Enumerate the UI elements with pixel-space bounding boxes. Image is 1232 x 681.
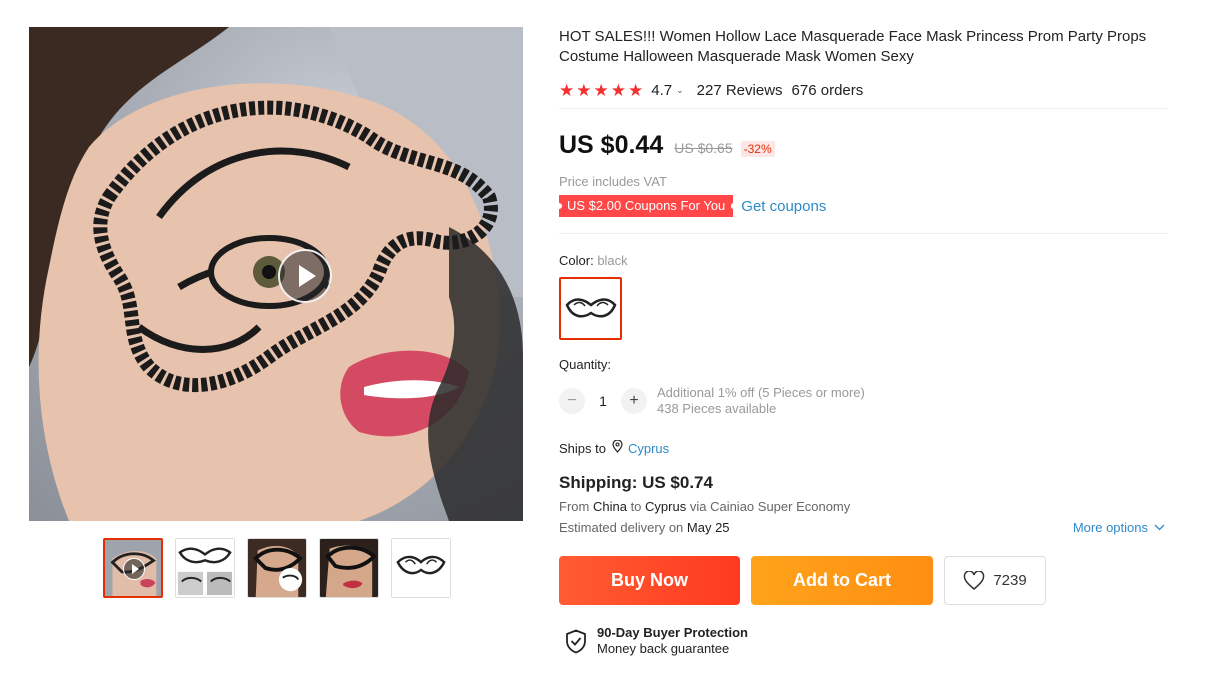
vat-note: Price includes VAT <box>559 174 667 189</box>
delivery-estimate: Estimated delivery on May 25 <box>559 520 730 535</box>
thumbnail-2[interactable] <box>175 538 235 598</box>
mask-swatch-image <box>565 297 616 318</box>
thumbnail-4[interactable] <box>319 538 379 598</box>
original-price: US $0.65 <box>674 140 733 156</box>
action-buttons: Buy Now Add to Cart 7239 <box>559 556 1167 605</box>
coupon-row: US $2.00 Coupons For You Get coupons <box>559 195 1167 217</box>
thumbnail-image <box>176 539 234 597</box>
color-section: Color: black <box>559 253 1167 340</box>
play-icon <box>123 558 145 580</box>
play-video-button[interactable] <box>278 249 332 303</box>
main-product-image[interactable] <box>29 27 523 521</box>
thumbnail-image <box>320 539 378 597</box>
thumbnail-image <box>248 539 306 597</box>
star-icon: ★ <box>559 80 575 100</box>
quantity-label: Quantity: <box>559 357 612 372</box>
star-rating: ★ ★ ★ ★ ★ <box>559 82 643 99</box>
thumbnail-image <box>392 539 450 597</box>
chevron-down-icon <box>1154 524 1165 531</box>
thumbnail-5[interactable] <box>391 538 451 598</box>
increase-quantity-button[interactable]: + <box>621 388 647 414</box>
to-word: to <box>630 499 642 514</box>
divider <box>559 108 1167 109</box>
ships-to-country[interactable]: Cyprus <box>628 441 669 456</box>
star-icon: ★ <box>593 80 609 100</box>
current-price: US $0.44 <box>559 131 664 159</box>
buy-now-button[interactable]: Buy Now <box>559 556 740 605</box>
ship-via: via Cainiao Super Economy <box>689 499 851 514</box>
bulk-discount-note: Additional 1% off (5 Pieces or more) <box>657 385 865 400</box>
decrease-quantity-button[interactable]: − <box>559 388 585 414</box>
delivery-row: Estimated delivery on May 25 More option… <box>559 520 1167 535</box>
ship-from: China <box>592 499 627 514</box>
protection-subtitle: Money back guarantee <box>597 641 730 656</box>
wishlist-count: 7239 <box>993 572 1027 589</box>
color-swatch-black[interactable] <box>559 277 622 340</box>
product-title: HOT SALES!!! Women Hollow Lace Masquerad… <box>559 28 1147 65</box>
heart-icon <box>964 570 985 590</box>
from-prefix: From <box>559 499 590 514</box>
divider <box>559 233 1167 234</box>
add-to-cart-button[interactable]: Add to Cart <box>751 556 933 605</box>
price-row: US $0.44 US $0.65 -32% <box>559 131 1167 160</box>
thumbnail-3[interactable] <box>247 538 307 598</box>
shipping-route: From China to Cyprus via Cainiao Super E… <box>559 499 1167 514</box>
thumbnail-strip <box>103 538 451 598</box>
coupon-badge[interactable]: US $2.00 Coupons For You <box>559 195 734 217</box>
delivery-date: May 25 <box>686 520 730 535</box>
selected-color: black <box>597 253 628 268</box>
color-label-text: Color: <box>559 253 594 268</box>
protection-text: 90-Day Buyer Protection Money back guara… <box>597 625 748 657</box>
protection-title: 90-Day Buyer Protection <box>597 625 748 640</box>
star-icon: ★ <box>628 80 644 100</box>
more-options-link[interactable]: More options <box>1073 520 1165 535</box>
thumbnail-video[interactable] <box>103 538 163 598</box>
reviews-link[interactable]: 227 Reviews <box>697 82 783 99</box>
rating-row: ★ ★ ★ ★ ★ 4.7 ⌄ 227 Reviews 676 orders <box>559 80 1167 100</box>
discount-badge: -32% <box>740 141 775 157</box>
ships-to-label: Ships to <box>559 440 606 456</box>
quantity-note: Additional 1% off (5 Pieces or more) 438… <box>657 385 865 417</box>
product-info: HOT SALES!!! Women Hollow Lace Masquerad… <box>559 27 1167 657</box>
color-label: Color: black <box>559 253 1167 268</box>
wishlist-button[interactable]: 7239 <box>944 556 1046 605</box>
stock-available: 438 Pieces available <box>657 401 777 416</box>
quantity-stepper: − 1 + Additional 1% off (5 Pieces or mor… <box>559 385 1167 417</box>
get-coupons-link[interactable]: Get coupons <box>741 198 826 215</box>
quantity-input[interactable]: 1 <box>585 393 621 409</box>
chevron-down-icon[interactable]: ⌄ <box>676 85 684 96</box>
buyer-protection: 90-Day Buyer Protection Money back guara… <box>565 625 1167 657</box>
rating-value[interactable]: 4.7 <box>651 82 672 99</box>
play-icon <box>299 265 316 287</box>
orders-count: 676 orders <box>791 81 864 99</box>
product-photo <box>29 27 523 521</box>
quantity-section: Quantity: − 1 + Additional 1% off (5 Pie… <box>559 357 1167 417</box>
ships-to-row: Ships to Cyprus <box>559 439 1167 456</box>
delivery-prefix: Estimated delivery on <box>559 520 684 535</box>
more-options-label: More options <box>1072 520 1148 535</box>
shipping-cost: Shipping: US $0.74 <box>559 473 713 492</box>
ship-to: Cyprus <box>645 499 687 514</box>
star-icon: ★ <box>610 80 626 100</box>
location-pin-icon <box>612 439 623 456</box>
shield-check-icon <box>566 629 586 653</box>
star-icon: ★ <box>576 80 592 100</box>
